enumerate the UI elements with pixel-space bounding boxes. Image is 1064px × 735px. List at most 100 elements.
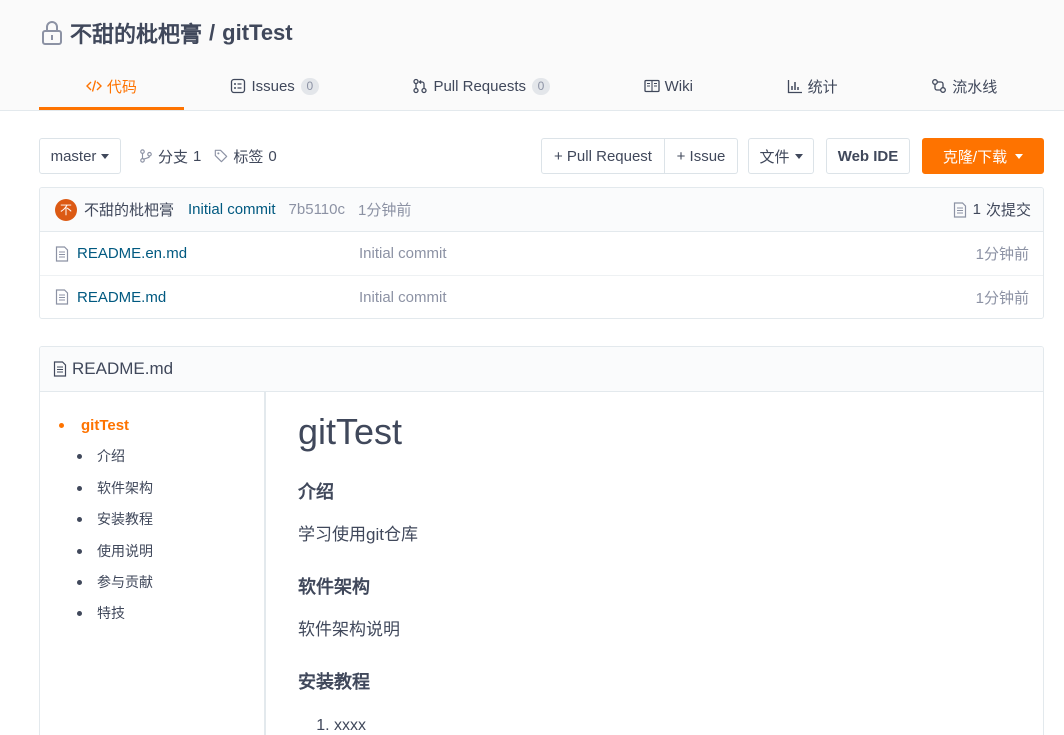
- toc-item[interactable]: 参与贡献: [40, 567, 264, 598]
- tab-pipeline-label: 流水线: [952, 78, 998, 96]
- clone-download-label: 克隆/下载: [942, 148, 1008, 166]
- file-name-cell: README.en.md: [55, 245, 359, 262]
- file-row: README.md Initial commit 1分钟前: [40, 276, 1043, 318]
- file-name-cell: README.md: [55, 289, 359, 306]
- tab-issues[interactable]: Issues 0: [184, 62, 366, 110]
- tags-label: 标签: [233, 148, 264, 166]
- toc-link[interactable]: 参与贡献: [97, 574, 153, 590]
- readme-list-item: xxxx: [334, 717, 1043, 735]
- pull-requests-count-badge: 0: [532, 77, 550, 95]
- readme-section-heading: 软件架构: [298, 577, 370, 597]
- chevron-down-icon: [101, 153, 110, 159]
- toc-link[interactable]: 特技: [97, 605, 125, 621]
- toc-link[interactable]: 安装教程: [97, 511, 153, 527]
- web-ide-button[interactable]: Web IDE: [826, 138, 910, 174]
- file-menu-button[interactable]: 文件: [748, 138, 814, 174]
- file-name-link[interactable]: README.en.md: [77, 245, 187, 262]
- branch-select-label: master: [50, 147, 97, 165]
- toc-link[interactable]: 软件架构: [97, 480, 153, 496]
- toc-item[interactable]: 介绍: [40, 441, 264, 472]
- commits-count: 1: [972, 201, 981, 218]
- issues-icon: [230, 78, 246, 94]
- tab-pull-requests[interactable]: Pull Requests 0: [366, 62, 597, 110]
- new-issue-button[interactable]: + Issue: [665, 138, 738, 174]
- branch-select[interactable]: master: [39, 138, 121, 174]
- readme-ordered-list: xxxx: [298, 717, 1043, 735]
- repo-toolbar: master 分支 1 标签 0 + Pull Request + Issue …: [39, 138, 1044, 174]
- file-commit-time: 1分钟前: [975, 246, 1029, 263]
- wiki-icon: [643, 78, 660, 94]
- file-icon: [53, 361, 67, 377]
- clone-download-button[interactable]: 克隆/下载: [922, 138, 1044, 174]
- stats-icon: [787, 78, 803, 94]
- readme-body: gitTest 介绍 软件架构 安装教程 使用说明 参与贡献 特技 gitTes…: [40, 392, 1043, 735]
- file-icon: [55, 289, 69, 305]
- toc-list: gitTest 介绍 软件架构 安装教程 使用说明 参与贡献 特技: [40, 392, 264, 630]
- avatar[interactable]: 不: [55, 198, 77, 221]
- pipeline-icon: [931, 78, 947, 94]
- toc-item-gittest[interactable]: gitTest: [40, 410, 264, 441]
- readme-header: README.md: [40, 347, 1043, 392]
- toc-item[interactable]: 安装教程: [40, 504, 264, 535]
- tab-code-label: 代码: [106, 78, 137, 96]
- branch-icon: [139, 149, 153, 163]
- branches-link[interactable]: 分支 1: [139, 146, 201, 167]
- repo-tabs: 代码 Issues 0 Pull Requests 0 Wiki 统计 流水线: [39, 62, 1044, 110]
- repo-owner-link[interactable]: 不甜的枇杷膏: [70, 17, 202, 49]
- branches-label: 分支: [158, 148, 189, 166]
- file-commit-time: 1分钟前: [975, 289, 1029, 307]
- commits-count-link[interactable]: 1 次提交: [953, 199, 1031, 220]
- tags-count: 0: [268, 147, 277, 165]
- commit-time: 1分钟前: [358, 202, 412, 219]
- tab-stats[interactable]: 统计: [740, 62, 885, 110]
- readme-section-heading: 介绍: [298, 482, 334, 502]
- repo-header: 不甜的枇杷膏 / gitTest 代码 Issues 0 Pull Reques…: [0, 0, 1064, 111]
- tab-wiki-label: Wiki: [664, 77, 693, 95]
- commits-icon: [953, 201, 967, 218]
- commit-sha-link[interactable]: 7b5110c: [289, 201, 345, 218]
- commits-label: 次提交: [985, 202, 1031, 219]
- readme-title: gitTest: [298, 411, 403, 452]
- toc-item[interactable]: 软件架构: [40, 473, 264, 504]
- issues-count-badge: 0: [300, 77, 319, 95]
- readme-section-text: 学习使用git仓库: [298, 525, 418, 544]
- latest-commit-bar: 不 不甜的枇杷膏 Initial commit 7b5110c 1分钟前 1 次…: [40, 188, 1043, 232]
- file-list-panel: 不 不甜的枇杷膏 Initial commit 7b5110c 1分钟前 1 次…: [39, 187, 1044, 319]
- toc-link[interactable]: 介绍: [97, 448, 125, 464]
- commit-author-link[interactable]: 不甜的枇杷膏: [84, 199, 174, 220]
- chevron-down-icon: [1015, 153, 1024, 159]
- readme-section-heading: 安装教程: [298, 672, 370, 692]
- title-separator: /: [209, 20, 216, 45]
- file-icon: [55, 245, 69, 262]
- create-button-group: + Pull Request + Issue: [541, 138, 738, 174]
- repo-name-link[interactable]: gitTest: [222, 20, 292, 46]
- tab-pipeline[interactable]: 流水线: [884, 62, 1044, 110]
- readme-panel: README.md gitTest 介绍 软件架构 安装教程 使用说明 参与贡献…: [39, 346, 1044, 735]
- tab-pull-requests-label: Pull Requests: [433, 77, 526, 95]
- tags-link[interactable]: 标签 0: [214, 146, 277, 167]
- new-pull-request-button[interactable]: + Pull Request: [541, 138, 665, 174]
- file-name-link[interactable]: README.md: [77, 289, 166, 306]
- readme-section-text: 软件架构说明: [298, 620, 400, 639]
- toc-item[interactable]: 特技: [40, 598, 264, 629]
- lock-icon: [40, 20, 64, 46]
- commit-message-link[interactable]: Initial commit: [188, 201, 276, 218]
- chevron-down-icon: [794, 153, 803, 159]
- file-commit-message[interactable]: Initial commit: [359, 289, 976, 306]
- readme-toc: gitTest 介绍 软件架构 安装教程 使用说明 参与贡献 特技: [40, 392, 266, 735]
- toc-item[interactable]: 使用说明: [40, 536, 264, 567]
- file-commit-message[interactable]: Initial commit: [359, 245, 976, 262]
- toc-link[interactable]: gitTest: [81, 417, 129, 434]
- file-menu-label: 文件: [759, 148, 790, 166]
- tab-issues-label: Issues: [251, 77, 295, 95]
- tab-stats-label: 统计: [807, 78, 838, 96]
- tab-code[interactable]: 代码: [39, 62, 184, 110]
- tab-wiki[interactable]: Wiki: [597, 62, 740, 110]
- repo-title: 不甜的枇杷膏 / gitTest: [40, 17, 293, 49]
- toolbar-actions: + Pull Request + Issue 文件 Web IDE 克隆/下载: [541, 138, 1044, 174]
- toc-link[interactable]: 使用说明: [97, 543, 153, 559]
- tag-icon: [214, 149, 228, 163]
- code-icon: [85, 78, 102, 94]
- readme-content: gitTest 介绍 学习使用git仓库 软件架构 软件架构说明 安装教程 xx…: [266, 392, 1043, 735]
- file-row: README.en.md Initial commit 1分钟前: [40, 232, 1043, 276]
